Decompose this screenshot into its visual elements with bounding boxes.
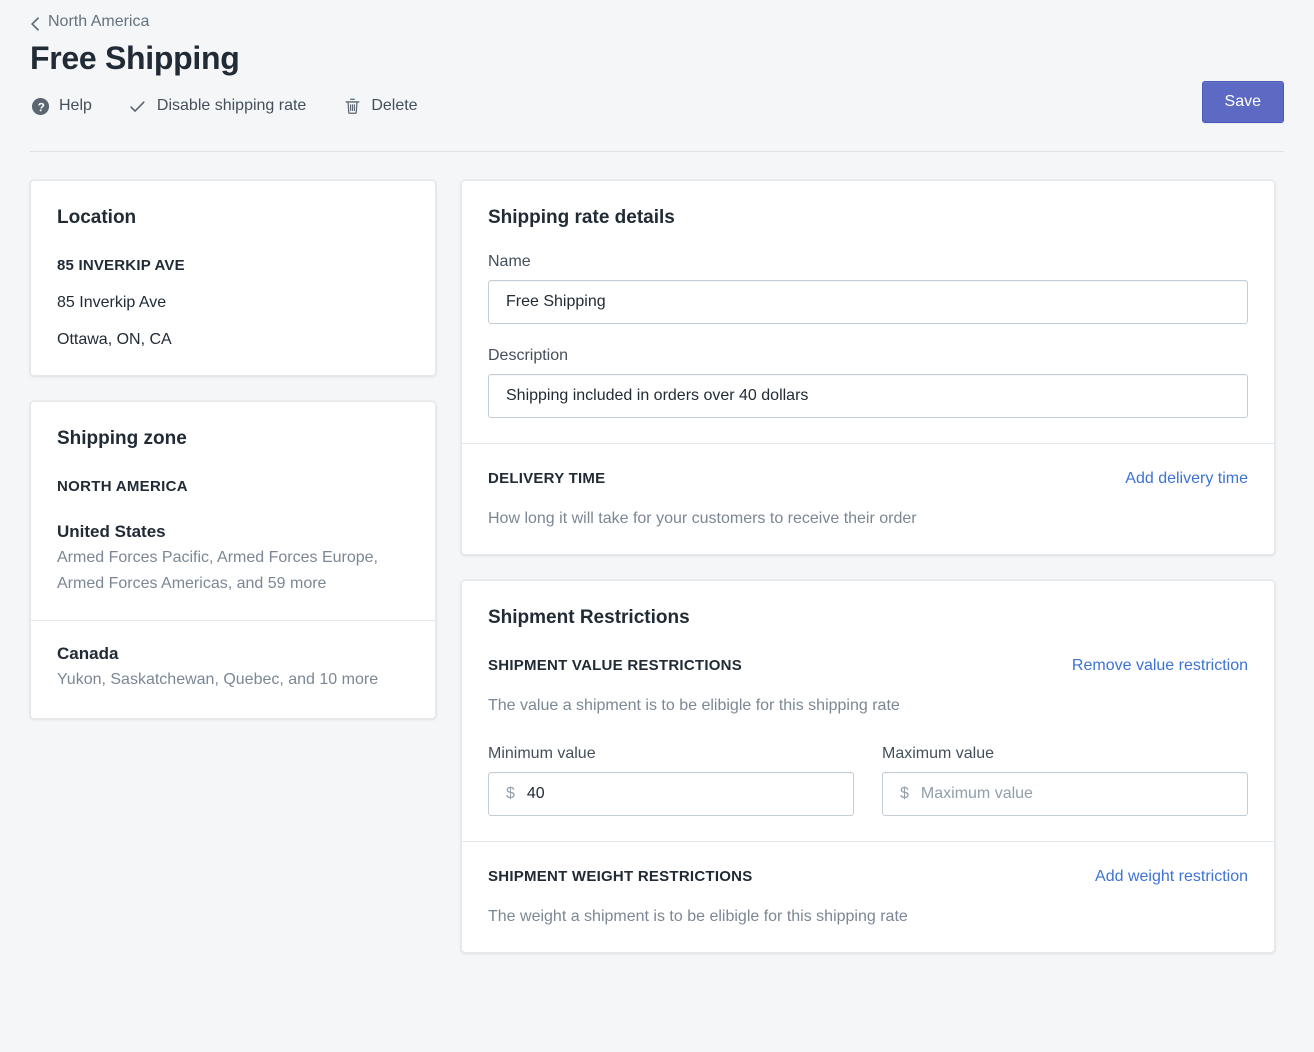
main-content: Location 85 INVERKIP AVE 85 Inverkip Ave… (30, 180, 1284, 953)
check-icon (128, 96, 148, 116)
page-title: Free Shipping (30, 40, 240, 76)
minimum-value-input[interactable] (526, 773, 836, 815)
location-region-line: Ottawa, ON, CA (57, 331, 172, 348)
breadcrumb-label: North America (48, 13, 150, 30)
disable-shipping-rate-button[interactable]: Disable shipping rate (128, 92, 306, 120)
location-card-section: Location 85 INVERKIP AVE 85 Inverkip Ave… (31, 181, 435, 375)
delete-button[interactable]: Delete (342, 92, 418, 120)
description-field-label: Description (488, 347, 569, 364)
country-regions: Yukon, Saskatchewan, Quebec, and 10 more (57, 671, 379, 688)
value-restrictions-header: SHIPMENT VALUE RESTRICTIONS Remove value… (488, 656, 1248, 676)
list-item[interactable]: Canada Yukon, Saskatchewan, Quebec, and … (31, 621, 435, 718)
help-button[interactable]: Help (30, 92, 92, 120)
chevron-left-icon (30, 17, 40, 31)
right-column: Shipping rate details Name Description D… (461, 180, 1275, 953)
delivery-time-description: How long it will take for your customers… (488, 510, 917, 527)
minimum-value-group: Minimum value $ (488, 744, 854, 816)
weight-restrictions-header: SHIPMENT WEIGHT RESTRICTIONS Add weight … (488, 867, 1248, 887)
shipping-zone-card-title: Shipping zone (57, 428, 187, 449)
shipment-restrictions-card: Shipment Restrictions SHIPMENT VALUE RES… (461, 580, 1275, 953)
save-button[interactable]: Save (1201, 81, 1284, 123)
value-restrictions-description: The value a shipment is to be elibigle f… (488, 697, 900, 714)
weight-restrictions-description: The weight a shipment is to be elibigle … (488, 908, 908, 925)
shipping-rate-details-card: Shipping rate details Name Description D… (461, 180, 1275, 555)
list-item[interactable]: United States Armed Forces Pacific, Arme… (31, 520, 435, 620)
shipment-restrictions-title: Shipment Restrictions (488, 607, 690, 628)
name-field-group: Name (488, 252, 1248, 324)
disable-shipping-rate-label: Disable shipping rate (156, 97, 307, 114)
location-address-line: 85 Inverkip Ave (57, 294, 167, 311)
maximum-value-input-wrapper[interactable]: $ (882, 772, 1248, 816)
delivery-time-section: DELIVERY TIME Add delivery time How long… (462, 444, 1274, 554)
description-field-group: Description (488, 346, 1248, 418)
location-name: 85 INVERKIP AVE (57, 257, 185, 274)
value-restrictions-section: Shipment Restrictions SHIPMENT VALUE RES… (462, 581, 1274, 841)
header-divider (30, 151, 1284, 152)
minimum-value-label: Minimum value (488, 745, 596, 762)
shipping-zone-country-list: United States Armed Forces Pacific, Arme… (31, 520, 435, 718)
shipping-zone-name: NORTH AMERICA (57, 478, 188, 495)
delete-button-label: Delete (371, 97, 418, 114)
name-field-label: Name (488, 253, 531, 270)
breadcrumb[interactable]: North America (30, 0, 149, 31)
help-button-label: Help (59, 97, 92, 114)
help-circle-icon (30, 96, 50, 116)
rate-details-title: Shipping rate details (488, 207, 675, 228)
value-restriction-fields: Minimum value $ Maximum value $ (488, 744, 1248, 816)
location-card-title: Location (57, 207, 137, 228)
country-name: Canada (57, 644, 119, 663)
country-name: United States (57, 522, 166, 541)
remove-value-restriction-link[interactable]: Remove value restriction (1072, 656, 1248, 676)
description-input[interactable] (488, 374, 1248, 418)
currency-symbol-icon: $ (900, 785, 909, 802)
name-input[interactable] (488, 280, 1248, 324)
weight-restrictions-title: SHIPMENT WEIGHT RESTRICTIONS (488, 868, 753, 885)
shipping-zone-card: Shipping zone NORTH AMERICA United State… (30, 401, 436, 719)
delivery-time-title: DELIVERY TIME (488, 470, 606, 487)
maximum-value-group: Maximum value $ (882, 744, 1248, 816)
minimum-value-input-wrapper[interactable]: $ (488, 772, 854, 816)
location-details: 85 INVERKIP AVE 85 Inverkip Ave Ottawa, … (57, 256, 409, 350)
value-restrictions-title: SHIPMENT VALUE RESTRICTIONS (488, 657, 742, 674)
left-column: Location 85 INVERKIP AVE 85 Inverkip Ave… (30, 180, 436, 719)
maximum-value-label: Maximum value (882, 745, 995, 762)
trash-icon (342, 96, 362, 116)
country-regions: Armed Forces Pacific, Armed Forces Europ… (57, 549, 378, 592)
page-root: North America Free Shipping Help Disable… (0, 0, 1314, 1052)
page-action-bar: Help Disable shipping rate Delete (30, 92, 1284, 120)
add-delivery-time-link[interactable]: Add delivery time (1125, 469, 1248, 489)
location-card: Location 85 INVERKIP AVE 85 Inverkip Ave… (30, 180, 436, 376)
shipping-zone-header: Shipping zone NORTH AMERICA (31, 402, 435, 497)
rate-details-section: Shipping rate details Name Description (462, 181, 1274, 443)
weight-restrictions-section: SHIPMENT WEIGHT RESTRICTIONS Add weight … (462, 842, 1274, 952)
maximum-value-input[interactable] (920, 773, 1230, 815)
currency-symbol-icon: $ (506, 785, 515, 802)
add-weight-restriction-link[interactable]: Add weight restriction (1095, 867, 1248, 887)
delivery-time-header: DELIVERY TIME Add delivery time (488, 469, 1248, 489)
